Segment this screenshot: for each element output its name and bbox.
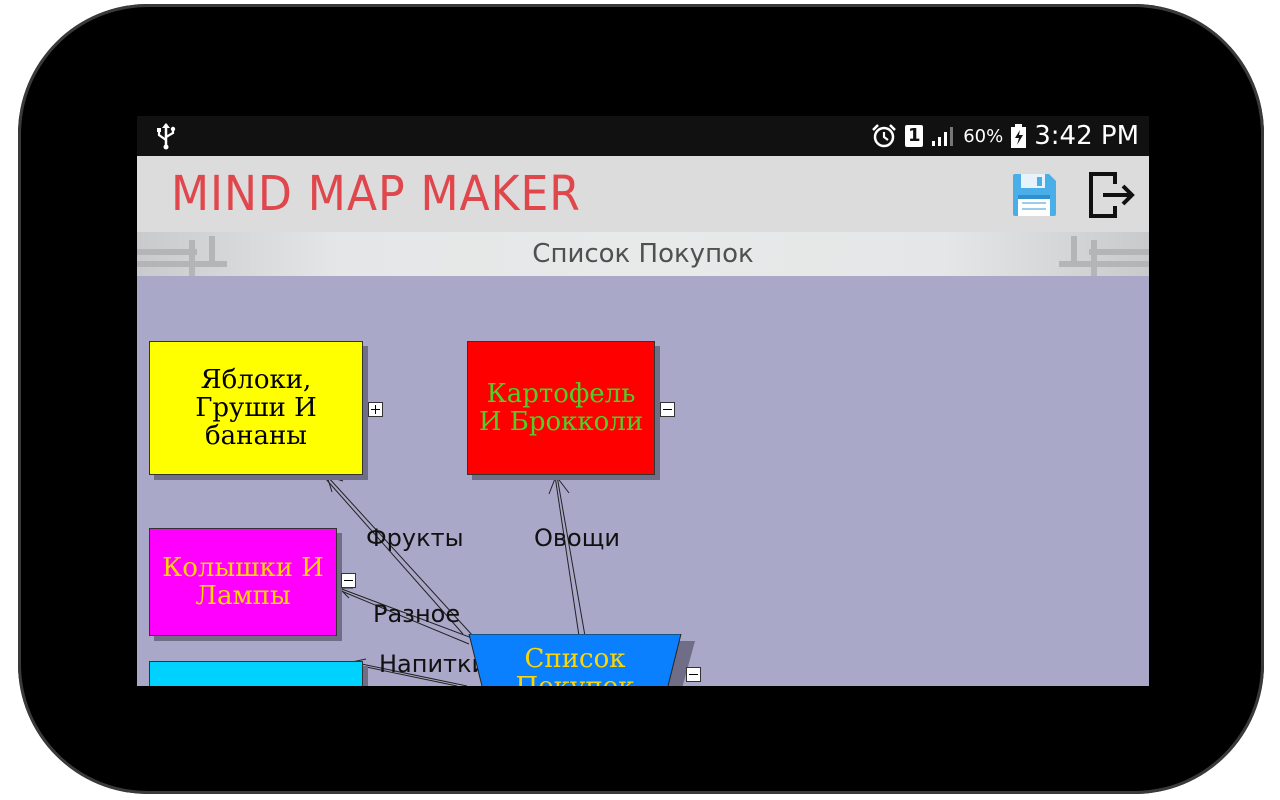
map-title-bar: Список Покупок (137, 232, 1149, 276)
sim-icon: 1 (905, 125, 924, 147)
mind-map-canvas[interactable]: Фрукты Овощи Разное Напитки Яблоки, Груш… (137, 276, 1149, 686)
node-misc-text: Колышки И Лампы (162, 553, 324, 611)
node-drinks[interactable] (149, 661, 363, 686)
collapse-toggle-misc[interactable] (341, 573, 356, 588)
edge-vegetables (554, 475, 586, 637)
edge-label-fruits[interactable]: Фрукты (366, 524, 464, 552)
signal-icon (932, 127, 954, 146)
node-root-text: Список Покупок (515, 644, 634, 686)
app-bar: MIND MAP MAKER (137, 156, 1149, 232)
save-icon[interactable] (1009, 170, 1059, 220)
status-bar: 1 60% 3:42 PM (137, 116, 1149, 156)
node-misc[interactable]: Колышки И Лампы (149, 528, 337, 636)
collapse-toggle-root[interactable] (686, 667, 701, 682)
node-vegetables[interactable]: Картофель И Брокколи (467, 341, 655, 475)
edge-label-misc[interactable]: Разное (373, 600, 460, 628)
alarm-icon (872, 124, 897, 148)
app-title: MIND MAP MAKER (171, 166, 581, 222)
collapse-toggle-vegetables[interactable] (660, 402, 675, 417)
node-fruits[interactable]: Яблоки, Груши И бананы (149, 341, 363, 475)
node-fruits-text: Яблоки, Груши И бананы (195, 365, 317, 451)
clock: 3:42 PM (1034, 121, 1139, 151)
expand-toggle-fruits[interactable] (368, 402, 383, 417)
edge-label-vegetables[interactable]: Овощи (534, 524, 620, 552)
node-vegetables-text: Картофель И Брокколи (478, 379, 644, 437)
exit-icon[interactable] (1087, 170, 1137, 220)
battery-charging-icon (1011, 124, 1027, 148)
usb-icon (157, 123, 176, 150)
battery-percent: 60% (963, 125, 1004, 147)
map-title: Список Покупок (532, 239, 754, 269)
device-screen: 1 60% 3:42 PM MIND MAP MAKER Список Поку… (137, 116, 1149, 686)
